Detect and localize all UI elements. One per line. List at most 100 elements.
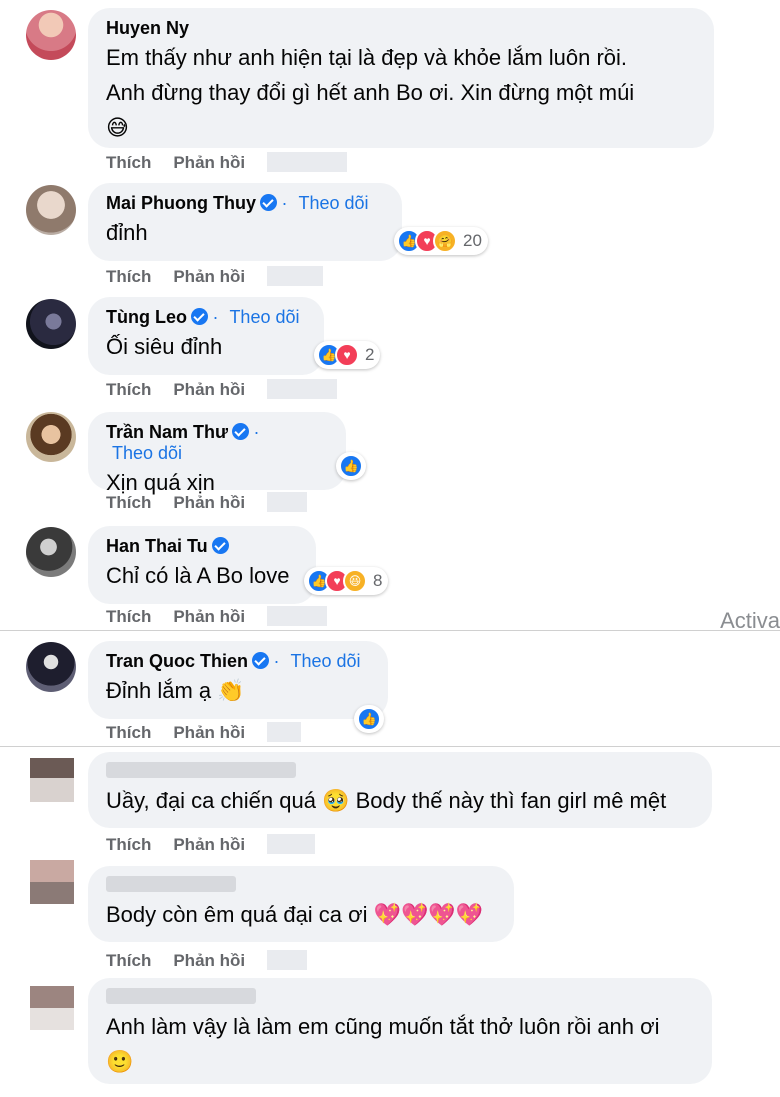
separator-dot: · <box>212 307 224 327</box>
verified-badge-icon <box>190 308 208 325</box>
reply-link[interactable]: Phản hồi <box>173 493 245 512</box>
comment-text: Đỉnh lắm ạ 👏 <box>106 678 245 703</box>
like-reaction-icon: 👍 <box>357 707 381 731</box>
like-link[interactable]: Thích <box>106 380 151 399</box>
author-name-blurred <box>106 876 236 892</box>
separator-dot: · <box>253 422 260 442</box>
reply-link[interactable]: Phản hồi <box>173 835 245 854</box>
reply-link[interactable]: Phản hồi <box>173 267 245 286</box>
verified-badge-icon <box>211 537 229 554</box>
comment-text: Em thấy như anh hiện tại là đẹp và khỏe … <box>106 45 628 70</box>
comment-actions: Thích Phản hồi <box>106 492 308 513</box>
timestamp-blurred <box>267 834 316 854</box>
reaction-count: 20 <box>463 231 482 250</box>
comment-bubble: Trần Nam Thư · Theo dõi Xịn quá xịn <box>88 412 346 495</box>
avatar[interactable] <box>26 527 76 577</box>
timestamp-blurred <box>267 152 348 172</box>
like-link[interactable]: Thích <box>106 951 151 970</box>
author-name-blurred <box>106 762 296 778</box>
reaction-count: 8 <box>373 571 383 590</box>
reaction-summary[interactable]: 👍 <box>336 452 366 480</box>
comment-bubble: Han Thai Tu Chỉ có là A Bo love <box>88 526 316 604</box>
comment-author[interactable]: Huyen Ny <box>106 18 189 39</box>
comment-text: Body còn êm quá đại ca ơi 💖💖💖💖 <box>106 902 484 927</box>
verified-badge-icon <box>252 652 270 669</box>
avatar-blurred <box>30 860 74 904</box>
follow-link[interactable]: Theo dõi <box>298 193 368 213</box>
comment-author[interactable]: Tran Quoc Thien <box>106 651 270 672</box>
avatar-blurred <box>30 758 74 802</box>
avatar[interactable] <box>26 185 76 235</box>
comment-bubble: Body còn êm quá đại ca ơi 💖💖💖💖 <box>88 866 514 942</box>
like-link[interactable]: Thích <box>106 835 151 854</box>
timestamp-blurred <box>267 950 308 970</box>
timestamp-blurred <box>267 266 324 286</box>
follow-link[interactable]: Theo dõi <box>112 443 182 463</box>
comment-text: Chỉ có là A Bo love <box>106 563 290 588</box>
clap-emoji: 👏 <box>217 678 245 703</box>
timestamp-blurred <box>267 492 308 512</box>
comment-author[interactable]: Mai Phuong Thuy <box>106 193 277 214</box>
like-reaction-icon: 👍 <box>339 454 363 478</box>
divider <box>0 630 780 631</box>
verified-badge-icon <box>232 423 250 440</box>
heart-emojis: 💖💖💖💖 <box>373 902 484 927</box>
like-link[interactable]: Thích <box>106 493 151 512</box>
haha-reaction-icon: 😆 <box>343 569 367 593</box>
verified-badge-icon <box>260 194 277 211</box>
avatar[interactable] <box>26 412 76 462</box>
avatar[interactable] <box>26 10 76 60</box>
comment-actions: Thích Phản hồi <box>106 152 348 173</box>
author-name[interactable]: Trần Nam Thư <box>106 422 228 442</box>
reaction-summary[interactable]: 👍 <box>354 705 384 733</box>
comment-actions: Thích Phản hồi <box>106 834 316 855</box>
comment-author[interactable]: Tùng Leo <box>106 307 208 328</box>
like-link[interactable]: Thích <box>106 723 151 742</box>
comment-bubble: Tùng Leo · Theo dõi Ối siêu đỉnh <box>88 297 324 375</box>
separator-dot: · <box>281 193 293 213</box>
follow-link[interactable]: Theo dõi <box>229 307 299 327</box>
comment-text: Anh đừng thay đổi gì hết anh Bo ơi. Xin … <box>106 80 635 105</box>
avatar[interactable] <box>26 299 76 349</box>
like-link[interactable]: Thích <box>106 607 151 626</box>
author-name-blurred <box>106 988 256 1004</box>
comment-bubble: Mai Phuong Thuy · Theo dõi đỉnh <box>88 183 402 261</box>
follow-link[interactable]: Theo dõi <box>290 651 360 671</box>
avatar[interactable] <box>26 642 76 692</box>
comment-bubble: Anh làm vậy là làm em cũng muốn tắt thở … <box>88 978 712 1084</box>
author-name[interactable]: Tran Quoc Thien <box>106 651 248 671</box>
emoji: 🙂 <box>106 1049 134 1074</box>
comment-bubble: Uầy, đại ca chiến quá 🥹 Body thế này thì… <box>88 752 712 828</box>
avatar-blurred <box>30 986 74 1030</box>
reply-link[interactable]: Phản hồi <box>173 380 245 399</box>
reaction-summary[interactable]: 👍 ♥ 🤗 20 <box>394 227 488 255</box>
reply-link[interactable]: Phản hồi <box>173 607 245 626</box>
comment-bubble: Huyen Ny Em thấy như anh hiện tại là đẹp… <box>88 8 714 148</box>
like-link[interactable]: Thích <box>106 153 151 172</box>
like-link[interactable]: Thích <box>106 267 151 286</box>
comment-bubble: Tran Quoc Thien · Theo dõi Đỉnh lắm ạ 👏 <box>88 641 388 719</box>
love-reaction-icon: ♥ <box>335 343 359 367</box>
author-name[interactable]: Han Thai Tu <box>106 536 208 556</box>
comment-actions: Thích Phản hồi <box>106 722 302 743</box>
comment-author[interactable]: Han Thai Tu <box>106 536 229 557</box>
comment-text: đỉnh <box>106 220 148 245</box>
author-name[interactable]: Mai Phuong Thuy <box>106 193 256 213</box>
comment-actions: Thích Phản hồi <box>106 379 338 400</box>
reply-link[interactable]: Phản hồi <box>173 153 245 172</box>
reply-link[interactable]: Phản hồi <box>173 723 245 742</box>
separator-dot: · <box>273 651 285 671</box>
emoji: 😅 <box>106 115 129 140</box>
reply-link[interactable]: Phản hồi <box>173 951 245 970</box>
care-reaction-icon: 🤗 <box>433 229 457 253</box>
comment-author[interactable]: Trần Nam Thư <box>106 422 250 443</box>
comment-text: Uầy, đại ca chiến quá 🥹 Body thế này thì… <box>106 788 667 813</box>
comment-actions: Thích Phản hồi <box>106 606 328 627</box>
comment-text: Ối siêu đỉnh <box>106 334 223 359</box>
reaction-summary[interactable]: 👍 ♥ 2 <box>314 341 381 369</box>
reaction-summary[interactable]: 👍 ♥ 😆 8 <box>304 567 389 595</box>
emoji: 🥹 <box>322 788 350 813</box>
timestamp-blurred <box>267 379 338 399</box>
comment-text: Anh làm vậy là làm em cũng muốn tắt thở … <box>106 1014 660 1039</box>
author-name[interactable]: Tùng Leo <box>106 307 187 327</box>
